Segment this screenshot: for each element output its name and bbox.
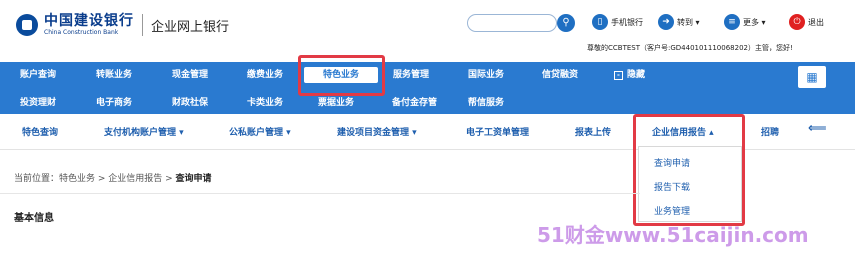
- power-icon: ⏻: [789, 14, 805, 30]
- subnav-recruit[interactable]: 招聘: [761, 125, 779, 138]
- nav-investment[interactable]: 投资理财: [20, 95, 56, 111]
- nav-cash-management[interactable]: 现金管理: [172, 67, 208, 83]
- logo-subtitle: 企业网上银行: [151, 19, 230, 35]
- bank-logo[interactable]: 中国建设银行 China Construction Bank 企业网上银行: [16, 14, 229, 36]
- highlight-credit-report: [633, 114, 745, 226]
- nav-ecommerce[interactable]: 电子商务: [96, 95, 132, 111]
- subnav-public-private-accounts[interactable]: 公私账户管理 ▾: [229, 125, 291, 138]
- nav-credit-financing[interactable]: 信贷融资: [542, 67, 578, 83]
- mobile-bank-button[interactable]: ▯ 手机银行: [592, 14, 643, 30]
- logout-button[interactable]: ⏻ 退出: [789, 14, 824, 30]
- search-icon[interactable]: ⚲: [557, 14, 575, 32]
- collapse-icon: -: [614, 71, 623, 80]
- back-arrow-icon[interactable]: ⟸: [808, 121, 827, 136]
- subnav-payment-institution[interactable]: 支付机构账户管理 ▾: [104, 125, 184, 138]
- nav-card-business[interactable]: 卡类业务: [247, 95, 283, 111]
- nav-payment[interactable]: 缴费业务: [247, 67, 283, 83]
- highlight-special-business: [298, 55, 385, 96]
- nav-hide[interactable]: - 隐藏: [614, 67, 645, 83]
- nav-help-service[interactable]: 帮信服务: [468, 95, 504, 111]
- goto-menu-button[interactable]: ➜ 转到 ▾: [658, 14, 700, 30]
- nav-reserve-custody[interactable]: 备付金存管: [392, 95, 437, 111]
- nav-finance-social[interactable]: 财政社保: [172, 95, 208, 111]
- logo-divider: [142, 14, 143, 36]
- subnav-e-payroll[interactable]: 电子工资单管理: [466, 125, 529, 138]
- grid-menu-button[interactable]: ▦: [798, 66, 826, 88]
- header: 中国建设银行 China Construction Bank 企业网上银行 ⚲ …: [0, 0, 855, 62]
- more-menu-button[interactable]: ≡ 更多 ▾: [724, 14, 766, 30]
- nav-international[interactable]: 国际业务: [468, 67, 504, 83]
- breadcrumb-current: 查询申请: [175, 174, 212, 184]
- grid-icon: ▦: [806, 70, 818, 84]
- logo-en-text: China Construction Bank: [44, 29, 119, 36]
- subnav-project-funds[interactable]: 建设项目资金管理 ▾: [337, 125, 417, 138]
- nav-account-query[interactable]: 账户查询: [20, 67, 56, 83]
- phone-icon: ▯: [592, 14, 608, 30]
- nav-transfer[interactable]: 转账业务: [96, 67, 132, 83]
- section-title: 基本信息: [14, 213, 54, 224]
- nav-bill-business[interactable]: 票据业务: [318, 95, 354, 111]
- breadcrumb: 当前位置：特色业务 > 企业信用报告 > 查询申请: [14, 174, 212, 184]
- nav-service-management[interactable]: 服务管理: [393, 67, 429, 83]
- more-icon: ≡: [724, 14, 740, 30]
- watermark: 51财金www.51caijin.com: [537, 223, 809, 247]
- user-info: 尊敬的CCBTEST（客户号:GD440101110068202）主管，您好!: [587, 44, 793, 52]
- logo-cn-text: 中国建设银行: [44, 13, 134, 29]
- subnav-report-upload[interactable]: 报表上传: [575, 125, 611, 138]
- ccb-logo-icon: [16, 14, 38, 36]
- search-input[interactable]: [467, 14, 557, 32]
- content-divider: [0, 193, 640, 194]
- subnav-special-query[interactable]: 特色查询: [22, 125, 58, 138]
- arrow-right-icon: ➜: [658, 14, 674, 30]
